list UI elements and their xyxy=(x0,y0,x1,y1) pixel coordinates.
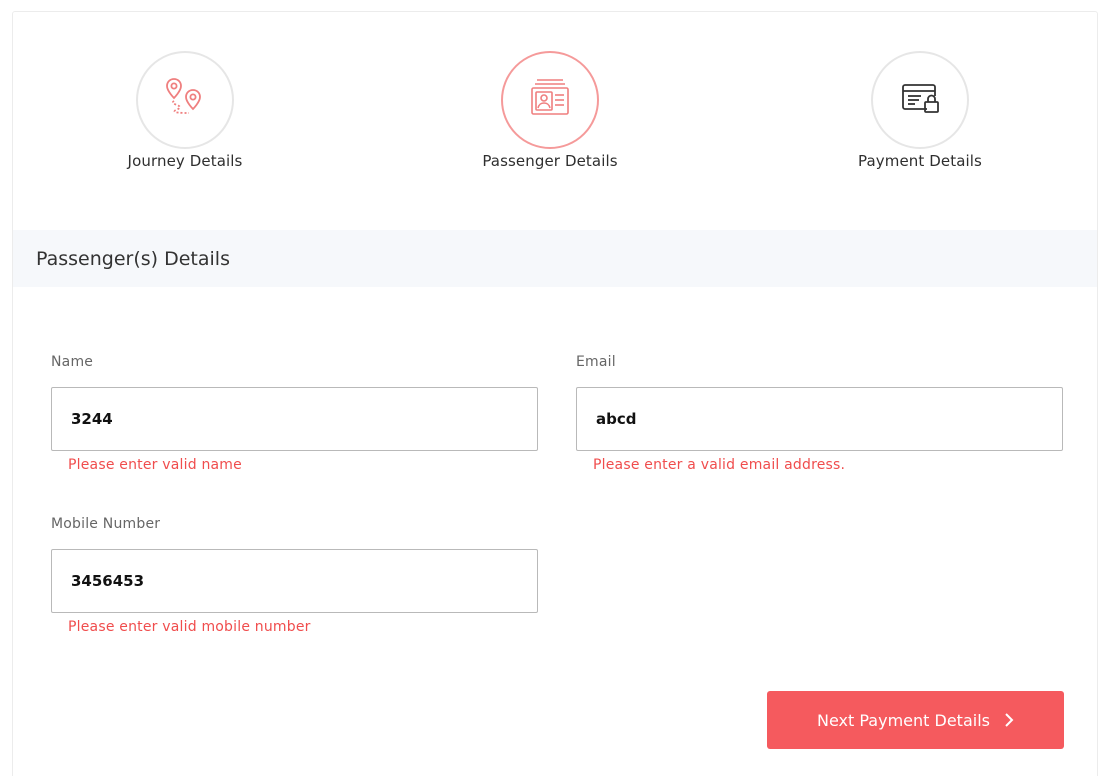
mobile-input[interactable] xyxy=(51,549,538,613)
name-label: Name xyxy=(51,354,94,370)
step-label: Payment Details xyxy=(858,152,982,170)
step-journey-details[interactable]: Journey Details xyxy=(65,51,305,170)
page: Journey Details Passenger Details Paymen… xyxy=(0,0,1106,776)
name-input[interactable] xyxy=(51,387,538,451)
mobile-label: Mobile Number xyxy=(51,516,161,532)
map-route-icon xyxy=(162,75,208,125)
next-payment-details-button[interactable]: Next Payment Details xyxy=(767,691,1064,749)
mobile-error: Please enter valid mobile number xyxy=(68,619,311,635)
step-payment-details[interactable]: Payment Details xyxy=(800,51,1040,170)
id-card-icon xyxy=(527,75,573,125)
booking-card: Journey Details Passenger Details Paymen… xyxy=(12,11,1098,776)
chevron-right-icon xyxy=(1004,713,1014,727)
next-button-label: Next Payment Details xyxy=(817,710,990,730)
step-payment-circle xyxy=(871,51,969,149)
step-journey-circle xyxy=(136,51,234,149)
email-error: Please enter a valid email address. xyxy=(593,457,846,473)
step-passenger-circle xyxy=(501,51,599,149)
mobile-field-group: Mobile Number Please enter valid mobile … xyxy=(51,516,538,635)
section-header: Passenger(s) Details xyxy=(13,230,1097,287)
email-field-group: Email Please enter a valid email address… xyxy=(576,354,1063,473)
step-label: Journey Details xyxy=(127,152,243,170)
step-passenger-details[interactable]: Passenger Details xyxy=(430,51,670,170)
step-label: Passenger Details xyxy=(482,152,618,170)
section-title: Passenger(s) Details xyxy=(36,247,230,270)
email-label: Email xyxy=(576,354,616,370)
name-error: Please enter valid name xyxy=(68,457,242,473)
email-input[interactable] xyxy=(576,387,1063,451)
secure-payment-icon xyxy=(897,75,943,125)
name-field-group: Name Please enter valid name xyxy=(51,354,538,473)
